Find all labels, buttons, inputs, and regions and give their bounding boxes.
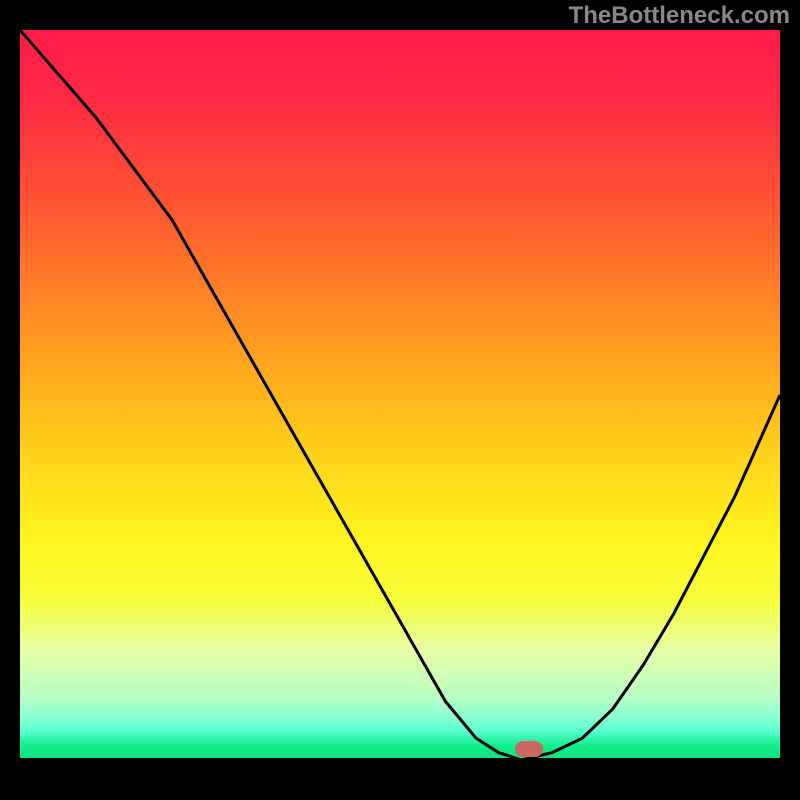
chart-stage: TheBottleneck.com: [0, 0, 800, 800]
gradient-background: [20, 30, 780, 760]
watermark-text: TheBottleneck.com: [569, 2, 790, 30]
frame-bottom: [0, 760, 800, 800]
frame-left: [0, 0, 20, 800]
frame-right: [780, 0, 800, 800]
bottleneck-marker: [515, 741, 543, 757]
